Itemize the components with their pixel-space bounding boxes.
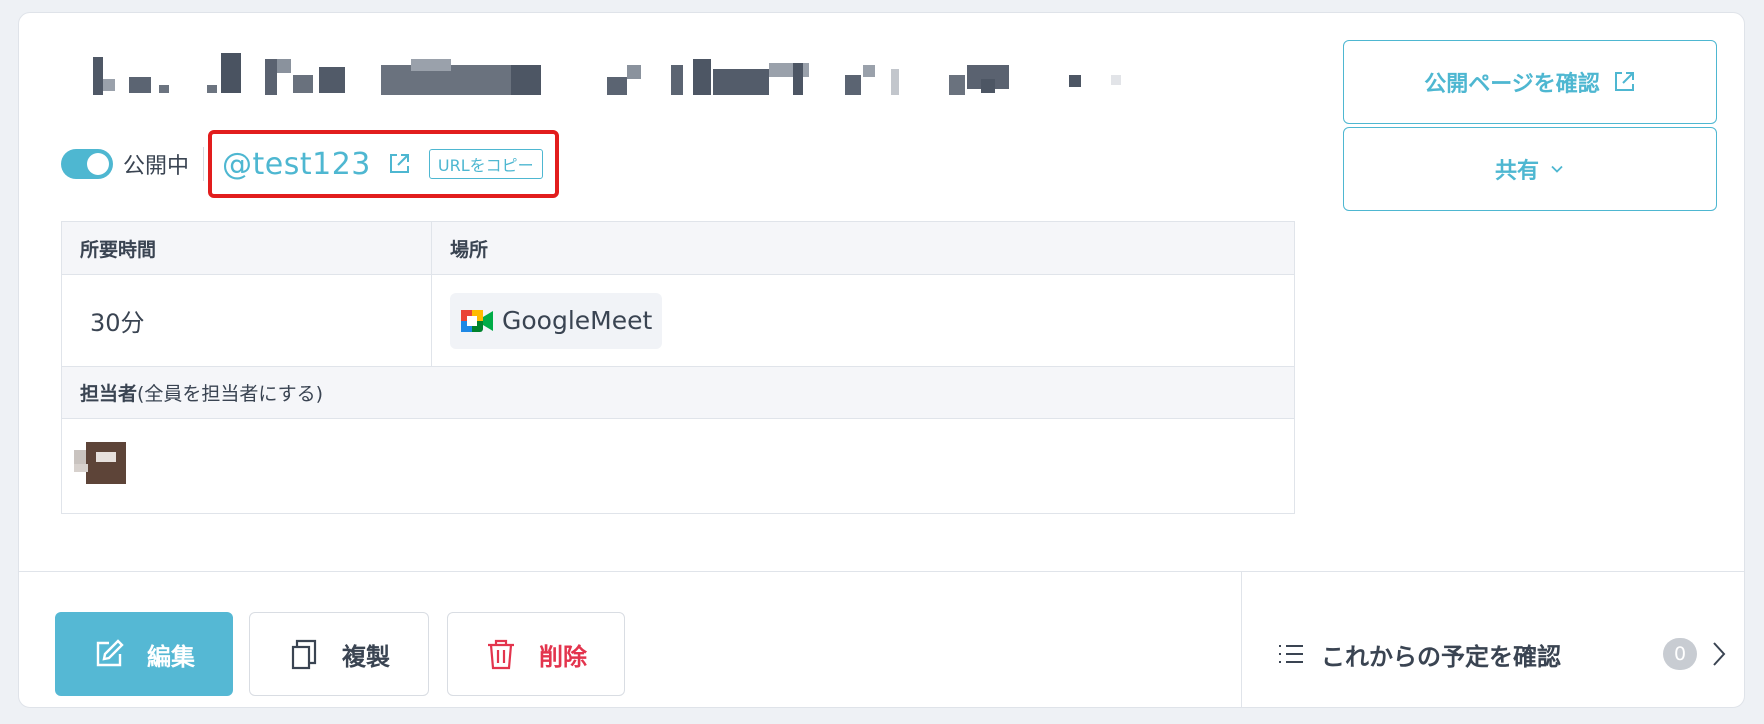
upcoming-events-link[interactable]: これからの予定を確認 0 xyxy=(1277,612,1726,696)
share-label: 共有 xyxy=(1494,159,1539,184)
url-highlight-box: @test123 URLをコピー xyxy=(208,130,559,198)
upcoming-count-badge: 0 xyxy=(1663,638,1697,670)
google-meet-icon xyxy=(461,309,493,332)
divider xyxy=(1241,572,1242,707)
external-link-icon xyxy=(1614,72,1634,91)
share-button[interactable]: 共有 xyxy=(1343,127,1717,211)
upcoming-events-label: これからの予定を確認 xyxy=(1321,642,1561,671)
event-info-table: 所要時間 場所 30分 GoogleMeet 担当者 (全員を担当者にする) xyxy=(61,221,1295,514)
assignee-header: 担当者 xyxy=(80,383,138,405)
edit-label: 編集 xyxy=(147,642,195,671)
publish-status-label: 公開中 xyxy=(123,154,190,179)
publish-toggle[interactable] xyxy=(61,149,113,179)
copy-url-button[interactable]: URLをコピー xyxy=(428,149,543,179)
card-footer: 編集 複製 削除 これからの予定を確認 0 xyxy=(19,571,1744,707)
duplicate-button[interactable]: 複製 xyxy=(249,612,429,696)
duration-header: 所要時間 xyxy=(62,222,432,274)
edit-icon xyxy=(96,639,124,667)
duplicate-label: 複製 xyxy=(342,642,390,671)
delete-label: 削除 xyxy=(539,642,587,671)
assign-all-link[interactable]: (全員を担当者にする) xyxy=(137,379,323,406)
avatar[interactable] xyxy=(74,442,130,490)
duration-value: 30分 xyxy=(62,275,432,366)
view-public-page-button[interactable]: 公開ページを確認 xyxy=(1343,40,1717,124)
assignee-header-row: 担当者 (全員を担当者にする) xyxy=(62,367,1294,419)
view-public-page-label: 公開ページを確認 xyxy=(1424,72,1600,97)
list-icon xyxy=(1279,645,1303,663)
divider xyxy=(203,147,205,181)
event-title-redacted xyxy=(81,49,1261,99)
location-header: 場所 xyxy=(432,222,1294,274)
location-chip: GoogleMeet xyxy=(450,292,663,349)
chevron-right-icon xyxy=(1713,642,1726,666)
location-value: GoogleMeet xyxy=(502,306,653,335)
assignee-row xyxy=(62,419,1294,513)
delete-button[interactable]: 削除 xyxy=(447,612,625,696)
trash-icon xyxy=(488,639,514,670)
table-header-row: 所要時間 場所 xyxy=(62,222,1294,275)
edit-button[interactable]: 編集 xyxy=(55,612,233,696)
table-row: 30分 GoogleMeet xyxy=(62,275,1294,367)
event-type-card: 公開中 @test123 URLをコピー 所要時間 場所 30分 GoogleM… xyxy=(18,12,1745,708)
external-link-icon[interactable] xyxy=(387,152,411,176)
status-row: 公開中 @test123 URLをコピー xyxy=(61,130,559,198)
event-url-link[interactable]: @test123 xyxy=(222,147,371,182)
copy-icon xyxy=(291,639,317,670)
chevron-down-icon xyxy=(1551,165,1563,173)
